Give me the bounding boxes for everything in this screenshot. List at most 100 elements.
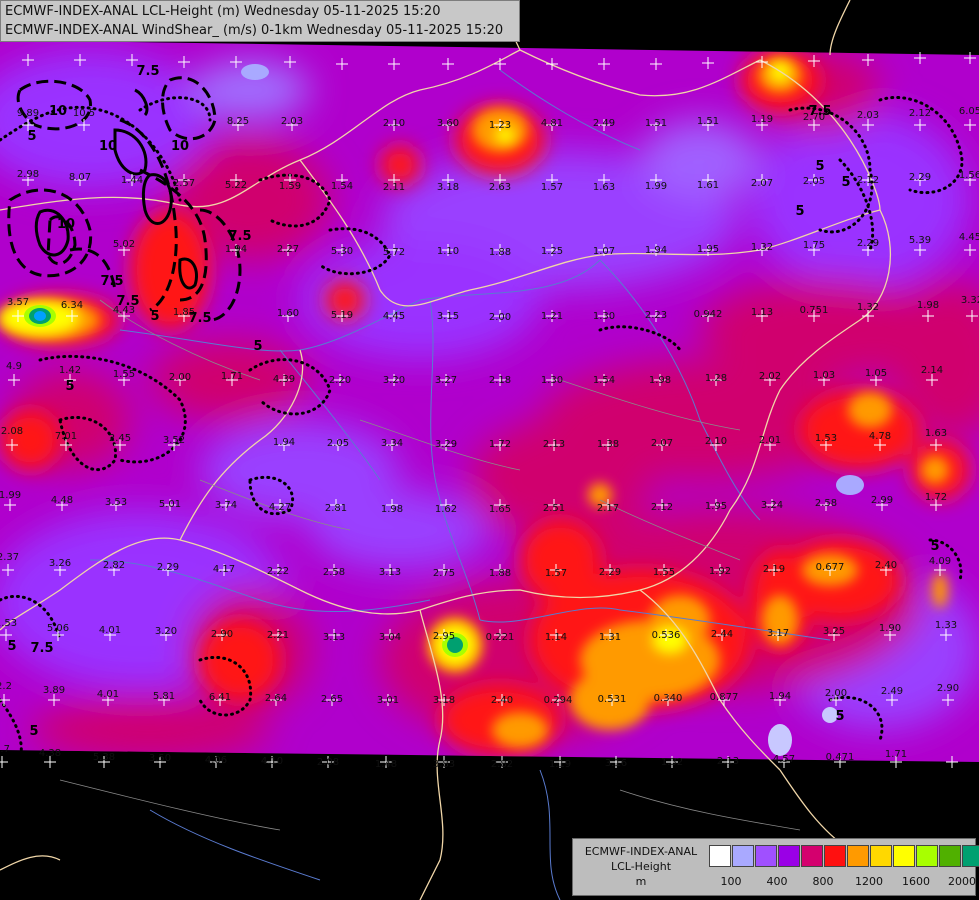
station-value: 1.75 [803,240,825,251]
station-value: 3.74 [215,500,237,511]
contour-label: 5 [815,159,824,174]
contour-label: 10 [49,104,67,119]
station-value: 4.45 [383,311,405,322]
station-value: 3.13 [323,632,345,643]
station-value: 0.877 [710,692,739,703]
station-value: 1.19 [549,759,571,770]
station-value: 2.65 [321,694,343,705]
station-value: 3.7 [0,744,10,755]
legend-swatches [709,845,979,867]
legend-label: 100 [720,875,742,888]
station-value: 3.18 [437,182,459,193]
station-value: 5.81 [153,691,175,702]
station-value: 5.01 [159,499,181,510]
station-value: 1.38 [597,439,619,450]
station-value: 2.03 [281,116,303,127]
station-value: 2.00 [169,372,191,383]
title-lcl-height: ECMWF-INDEX-ANAL LCL-Height (m) Wednesda… [5,4,441,19]
station-value: 3.32 [961,295,979,306]
station-value: 2.13 [717,756,739,767]
station-value: 4.48 [51,495,73,506]
station-value: 2.29 [909,172,931,183]
station-value: 5.38 [93,752,115,763]
legend-title: ECMWF-INDEX-ANAL LCL-Height m [577,844,705,889]
legend-swatch [824,845,846,867]
station-value: 3.25 [823,626,845,637]
contour-label: 5 [795,204,804,219]
contour-label: 7.5 [116,294,139,309]
station-value: 2.2 [0,681,12,692]
station-value: 1.07 [593,246,615,257]
station-value: 1.54 [331,181,353,192]
station-value: 3.24 [761,500,783,511]
station-value: 2.51 [543,503,565,514]
station-value: 1.71 [885,749,907,760]
station-value: 0.531 [598,694,627,705]
field-layer [0,40,979,762]
station-value: 1.25 [541,246,563,257]
station-value: 2.03 [857,110,879,121]
station-value: 4.78 [869,431,891,442]
station-value: 1.88 [489,568,511,579]
station-value: 1.57 [545,568,567,579]
station-value: 2.07 [651,438,673,449]
station-value: 1.31 [599,632,621,643]
station-value: 2.10 [705,436,727,447]
station-value: 2.27 [277,244,299,255]
station-value: 1.63 [925,428,947,439]
lcl-height-map: 9.89 10.5 8.25 2.03 2.10 3.60 1.23 4.81 2.49 1.51… [0,0,979,900]
station-value: 3.26 [49,558,71,569]
legend-swatch [801,845,823,867]
legend-swatch [732,845,754,867]
legend-swatch [870,845,892,867]
station-value: 3.53 [105,497,127,508]
contour-label: 5 [29,724,38,739]
station-value: 2.19 [763,564,785,575]
station-value: 2.90 [937,683,959,694]
station-value: 1.90 [879,623,901,634]
station-value: 1.32 [661,757,683,768]
station-value: 1.65 [489,504,511,515]
station-value: 4.45 [959,232,979,243]
station-value: 2.23 [645,310,667,321]
station-value: 2.05 [327,438,349,449]
station-value: 3.27 [435,375,457,386]
station-value: 2.13 [543,439,565,450]
station-value: 5.30 [331,246,353,257]
station-value: 1.13 [751,307,773,318]
legend-label: 400 [766,875,788,888]
station-value: 8.25 [227,116,249,127]
station-value: 2.82 [103,560,125,571]
station-value: 3.83 [433,759,455,770]
station-value: 0.536 [652,630,681,641]
legend-label: 800 [812,875,834,888]
station-value: 2.14 [921,365,943,376]
station-value: 0.751 [800,305,829,316]
station-value: 2.58 [815,498,837,509]
station-value: 2.05 [803,176,825,187]
station-value: 5.22 [225,180,247,191]
station-value: 1.30 [541,375,563,386]
station-value: 1.61 [697,180,719,191]
station-value: 4.27 [269,502,291,513]
contour-label: 10 [57,217,75,232]
station-value: 3.60 [437,118,459,129]
contour-label: 10 [171,139,189,154]
station-value: 3.17 [767,628,789,639]
station-value: 5.02 [113,239,135,250]
legend-swatch [962,845,979,867]
station-value: 1.95 [705,501,727,512]
legend-label: 1600 [902,875,930,888]
station-value: 2.12 [909,108,931,119]
station-value: 2.02 [759,371,781,382]
station-value: 1.57 [541,182,563,193]
station-value: 2.49 [881,686,903,697]
station-value: 1.53 [0,618,17,629]
contour-label: 5 [150,309,159,324]
station-value: 4.06 [205,755,227,766]
legend-swatch [709,845,731,867]
station-value: 4.01 [99,625,121,636]
color-legend: ECMWF-INDEX-ANAL LCL-Height m 100 400 800 1… [572,838,979,896]
station-value: 1.72 [925,492,947,503]
station-value: 9.89 [17,108,39,119]
